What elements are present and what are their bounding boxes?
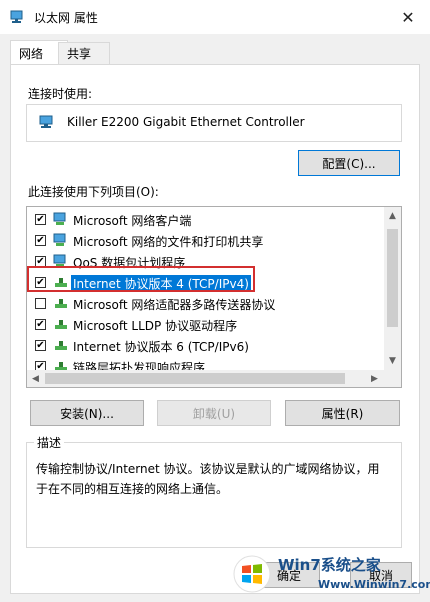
adapter-name: Killer E2200 Gigabit Ethernet Controller (67, 115, 305, 129)
configure-button[interactable]: 配置(C)... (298, 150, 400, 176)
scroll-left-icon[interactable]: ◀ (27, 370, 44, 387)
file-printer-sharing-icon (53, 233, 66, 246)
adapter-box: Killer E2200 Gigabit Ethernet Controller (26, 104, 402, 142)
checkbox[interactable]: ✔ (35, 340, 46, 351)
qos-scheduler-icon (53, 254, 66, 267)
protocol-icon (55, 320, 67, 329)
network-client-icon (53, 212, 66, 225)
list-item[interactable]: ✔ Microsoft LLDP 协议驱动程序 (27, 314, 383, 335)
checkbox[interactable]: ✔ (35, 235, 46, 246)
network-adapter-icon (39, 115, 53, 128)
watermark-title: Win7系统之家 (278, 556, 381, 574)
horizontal-scroll-thumb[interactable] (45, 373, 345, 384)
protocol-icon (55, 278, 67, 287)
items-list[interactable]: ✔ Microsoft 网络客户端 ✔ Microsoft 网络的文件和打印机共… (26, 206, 402, 388)
vertical-scrollbar[interactable]: ▲ ▼ (384, 207, 401, 370)
title-bar: 以太网 属性 ✕ (0, 0, 430, 34)
list-item[interactable]: ✔ QoS 数据包计划程序 (27, 251, 383, 272)
description-legend: 描述 (34, 434, 65, 451)
checkbox[interactable]: ✔ (35, 319, 46, 330)
scroll-down-icon[interactable]: ▼ (384, 352, 401, 370)
list-item[interactable]: ✔ Internet 协议版本 6 (TCP/IPv6) (27, 335, 383, 356)
protocol-icon (55, 341, 67, 350)
list-item-selected[interactable]: ✔ Internet 协议版本 4 (TCP/IPv4) (27, 272, 383, 293)
network-adapter-icon (10, 10, 23, 23)
properties-button[interactable]: 属性(R) (285, 400, 400, 426)
watermark: Win7系统之家 Www.Winwin7.com (232, 552, 430, 598)
checkbox[interactable] (35, 298, 46, 309)
checkbox[interactable]: ✔ (35, 256, 46, 267)
windows-logo-icon (233, 555, 271, 593)
list-item[interactable]: ✔ Microsoft 网络的文件和打印机共享 (27, 230, 383, 251)
list-item[interactable]: ✔ Microsoft 网络客户端 (27, 209, 383, 230)
tab-sharing[interactable]: 共享 (58, 42, 110, 65)
checkbox[interactable]: ✔ (35, 277, 46, 288)
install-button[interactable]: 安装(N)... (30, 400, 144, 426)
scroll-up-icon[interactable]: ▲ (384, 207, 401, 225)
scroll-right-icon[interactable]: ▶ (366, 370, 383, 387)
close-icon: ✕ (401, 7, 415, 27)
checkbox[interactable]: ✔ (35, 214, 46, 225)
list-item[interactable]: Microsoft 网络适配器多路传送器协议 (27, 293, 383, 314)
uninstall-button[interactable]: 卸载(U) (157, 400, 271, 426)
protocol-icon (55, 299, 67, 308)
watermark-site: Www.Winwin7.com (318, 578, 430, 591)
description-text: 传输控制协议/Internet 协议。该协议是默认的广域网络协议，用于在不同的相… (36, 462, 380, 496)
items-label: 此连接使用下列项目(O): (28, 185, 159, 199)
close-button[interactable]: ✕ (394, 5, 422, 29)
connect-using-label: 连接时使用: (28, 87, 93, 101)
horizontal-scrollbar[interactable]: ◀ ▶ (27, 370, 401, 387)
vertical-scroll-thumb[interactable] (387, 229, 398, 327)
window-title: 以太网 属性 (34, 11, 98, 25)
